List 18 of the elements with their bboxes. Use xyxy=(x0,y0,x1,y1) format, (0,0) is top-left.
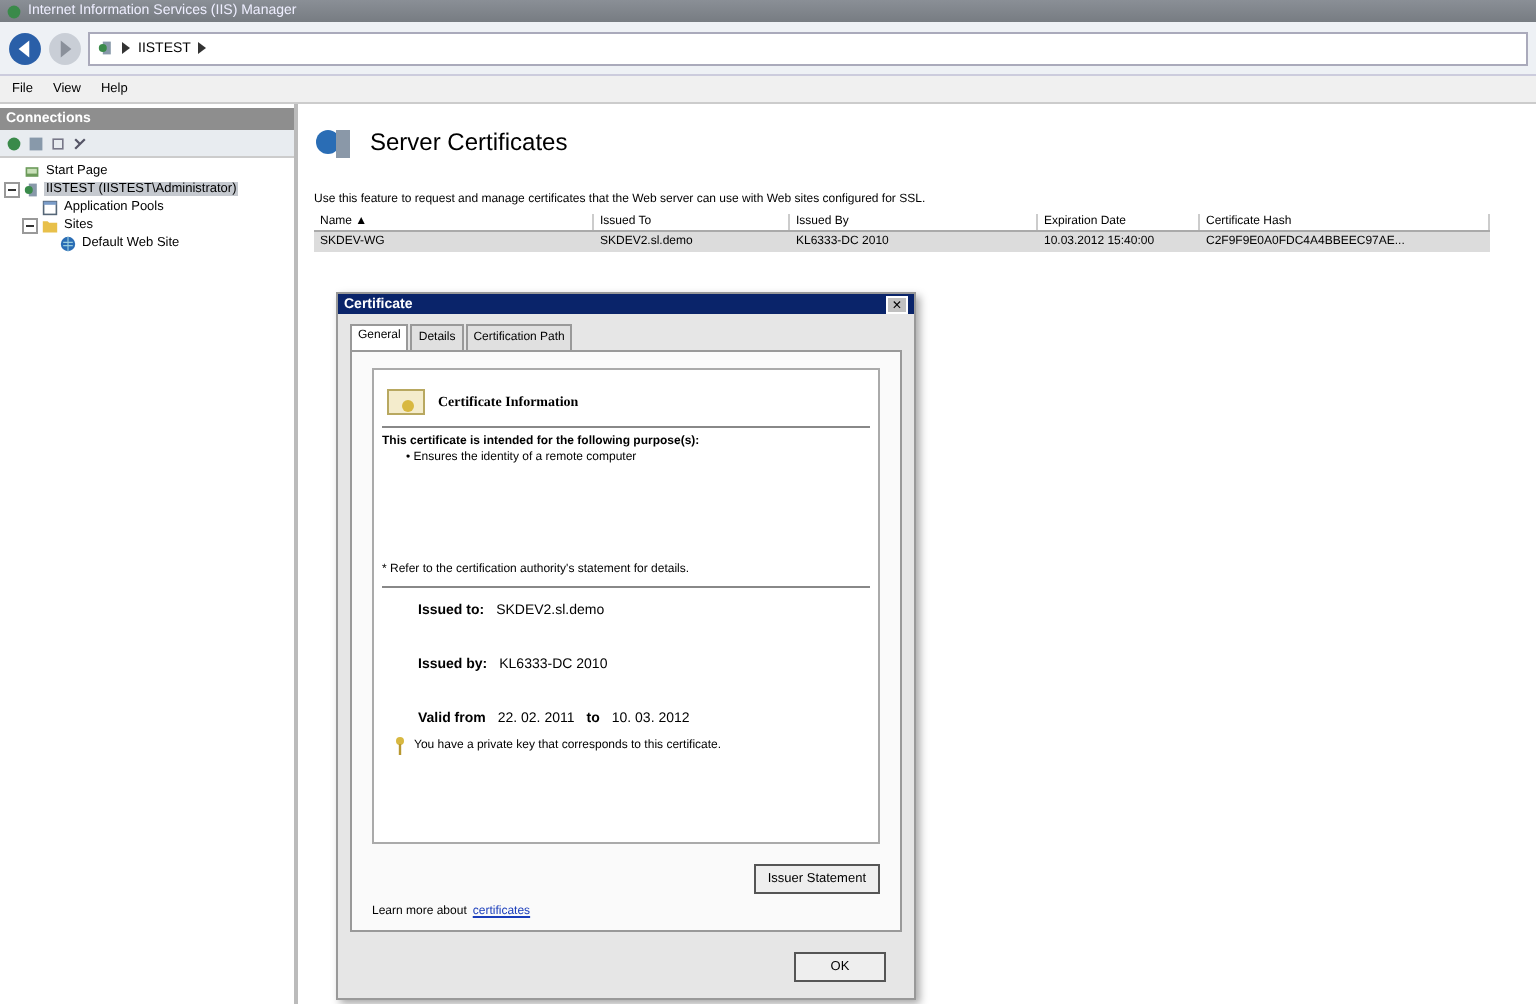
server-icon xyxy=(24,181,40,197)
forward-button[interactable] xyxy=(48,31,82,65)
back-button[interactable] xyxy=(8,31,42,65)
folder-icon xyxy=(42,217,58,233)
globe-icon[interactable] xyxy=(6,135,22,151)
key-icon xyxy=(394,736,406,756)
chevron-icon xyxy=(198,42,207,54)
pool-icon xyxy=(42,199,58,215)
refresh-icon[interactable] xyxy=(50,135,66,151)
collapse-icon[interactable] xyxy=(22,217,38,233)
chevron-icon xyxy=(122,42,130,54)
server-icon xyxy=(98,40,114,56)
certificate-icon xyxy=(386,386,426,418)
globe-icon xyxy=(60,235,76,251)
close-button[interactable]: × xyxy=(886,295,908,313)
app-icon xyxy=(6,3,22,19)
collapse-icon[interactable] xyxy=(4,181,20,197)
page-title: Server Certificates xyxy=(370,128,568,156)
